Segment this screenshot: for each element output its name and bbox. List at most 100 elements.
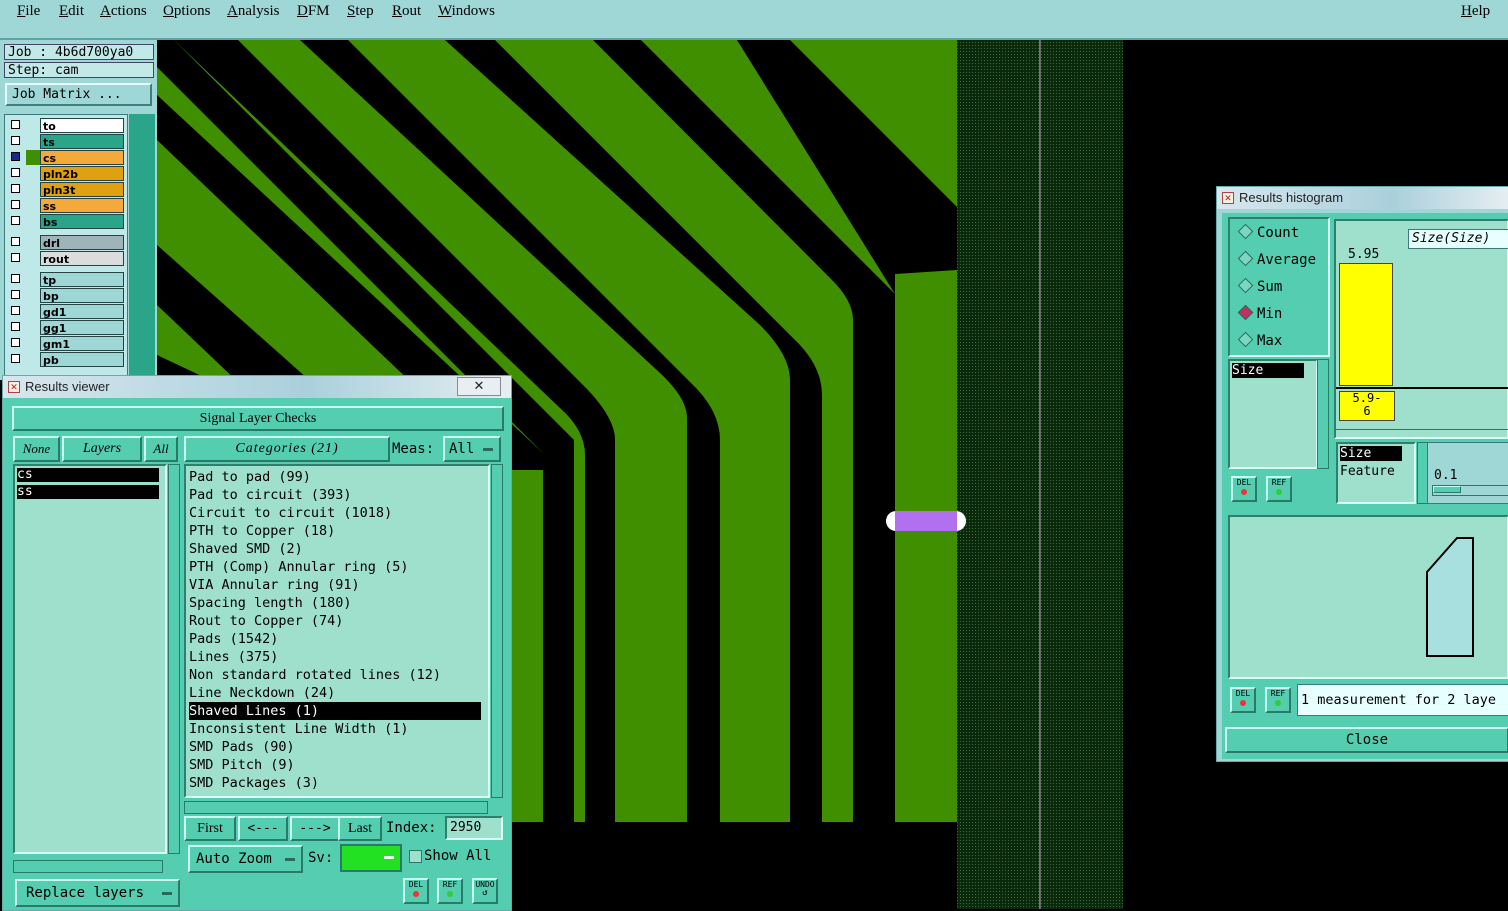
menu-actions[interactable]: Actions [100, 3, 147, 20]
index-input[interactable]: 2950 [445, 816, 503, 840]
undo-button[interactable]: UNDO ↺ [472, 878, 498, 904]
meas-dropdown[interactable]: All [443, 436, 501, 462]
severity-color-dropdown[interactable] [340, 844, 402, 872]
none-button[interactable]: None [13, 436, 60, 462]
category-item[interactable]: Spacing length (180) [189, 594, 352, 612]
category-item[interactable]: PTH to Copper (18) [189, 522, 335, 540]
category-item[interactable]: VIA Annular ring (91) [189, 576, 360, 594]
layers-button[interactable]: Layers [62, 436, 142, 462]
menu-file[interactable]: File [17, 3, 40, 20]
category-item[interactable]: SMD Pads (90) [189, 738, 295, 756]
hist-ref-button[interactable]: REF [1266, 476, 1292, 502]
layer-row-cs[interactable]: cs [8, 150, 126, 165]
layer-row-pb[interactable]: pb [8, 352, 126, 367]
category-item[interactable]: Shaved SMD (2) [189, 540, 303, 558]
auto-zoom-dropdown[interactable]: Auto Zoom [188, 845, 303, 873]
category-item[interactable]: Inconsistent Line Width (1) [189, 720, 408, 738]
preview-del-button[interactable]: DEL [1230, 687, 1256, 713]
first-button[interactable]: First [184, 816, 236, 841]
layer-row-pln2b[interactable]: pln2b [8, 166, 126, 181]
category-item[interactable]: Circuit to circuit (1018) [189, 504, 392, 522]
menu-rout[interactable]: Rout [392, 3, 421, 20]
size-slider[interactable] [1432, 485, 1508, 496]
layer-row-bs[interactable]: bs [8, 214, 126, 229]
replace-layers-dropdown[interactable]: Replace layers [15, 879, 180, 907]
chart-hscroll[interactable] [1336, 429, 1508, 440]
results-viewer-titlebar[interactable]: ✕ Results viewer ✕ [3, 376, 511, 398]
stat-vscroll[interactable] [1317, 359, 1329, 469]
category-item[interactable]: Pad to circuit (393) [189, 486, 352, 504]
del-button[interactable]: DEL [403, 878, 429, 904]
categories-hscroll[interactable] [184, 801, 488, 814]
feature-size-item[interactable]: Size [1340, 446, 1402, 461]
mode-radio-min[interactable]: Min [1237, 304, 1282, 322]
mode-radio-sum[interactable]: Sum [1237, 277, 1282, 295]
layer-checkbox[interactable] [11, 322, 20, 331]
layer-row-ss[interactable]: ss [8, 198, 126, 213]
prev-button[interactable]: <--- [238, 816, 288, 841]
histogram-titlebar[interactable]: ✕ Results histogram [1217, 187, 1508, 209]
layer-results-list[interactable]: cs ss [13, 464, 167, 854]
layer-row-ts[interactable]: ts [8, 134, 126, 149]
feature-list[interactable]: Size Feature [1336, 442, 1416, 504]
next-button[interactable]: ---> [290, 816, 340, 841]
layer-checkbox[interactable] [11, 253, 20, 262]
layer-checkbox[interactable] [11, 290, 20, 299]
category-item[interactable]: Shaved Lines (1) [189, 702, 481, 720]
layer-checkbox[interactable] [11, 216, 20, 225]
job-matrix-button[interactable]: Job Matrix ... [5, 83, 152, 106]
layer-row-tp[interactable]: tp [8, 272, 126, 287]
menu-analysis[interactable]: Analysis [227, 3, 280, 20]
slider-thumb[interactable] [1433, 486, 1461, 493]
layer-row-rout[interactable]: rout [8, 251, 126, 266]
layer-checkbox[interactable] [11, 168, 20, 177]
ref-button[interactable]: REF [437, 878, 463, 904]
layer-scrollbar[interactable] [129, 114, 155, 380]
layer-checkbox[interactable] [11, 200, 20, 209]
mode-radio-average[interactable]: Average [1237, 250, 1316, 268]
menu-dfm[interactable]: DFM [297, 3, 330, 20]
category-item[interactable]: Rout to Copper (74) [189, 612, 343, 630]
menu-edit[interactable]: Edit [59, 3, 84, 20]
result-layer-ss[interactable]: ss [17, 485, 159, 499]
last-button[interactable]: Last [338, 816, 382, 841]
all-button[interactable]: All [144, 436, 178, 462]
layer-checkbox[interactable] [11, 354, 20, 363]
layer-checkbox[interactable] [11, 274, 20, 283]
layer-row-bp[interactable]: bp [8, 288, 126, 303]
histogram-bar[interactable] [1339, 263, 1393, 386]
category-item[interactable]: Pad to pad (99) [189, 468, 311, 486]
category-item[interactable]: SMD Packages (3) [189, 774, 319, 792]
layer-row-gg1[interactable]: gg1 [8, 320, 126, 335]
layer-row-gm1[interactable]: gm1 [8, 336, 126, 351]
layer-row-gd1[interactable]: gd1 [8, 304, 126, 319]
menu-help[interactable]: Help [1461, 3, 1490, 20]
layer-checkbox[interactable] [11, 152, 20, 161]
layer-row-pln3t[interactable]: pln3t [8, 182, 126, 197]
hist-del-button[interactable]: DEL [1231, 476, 1257, 502]
category-item[interactable]: Line Neckdown (24) [189, 684, 335, 702]
stat-list[interactable]: Size [1228, 359, 1318, 469]
categories-vscroll[interactable] [491, 464, 503, 798]
mode-radio-count[interactable]: Count [1237, 223, 1299, 241]
layer-checkbox[interactable] [11, 184, 20, 193]
category-item[interactable]: Lines (375) [189, 648, 278, 666]
categories-list[interactable]: Pad to pad (99) Pad to circuit (393) Circu… [184, 464, 490, 798]
layer-row-to[interactable]: to [8, 118, 126, 133]
category-item[interactable]: Non standard rotated lines (12) [189, 666, 441, 684]
mode-radio-max[interactable]: Max [1237, 331, 1282, 349]
feature-item[interactable]: Feature [1340, 464, 1395, 479]
layer-checkbox[interactable] [11, 338, 20, 347]
menu-windows[interactable]: Windows [438, 3, 495, 20]
category-item[interactable]: PTH (Comp) Annular ring (5) [189, 558, 408, 576]
layer-row-drl[interactable]: drl [8, 235, 126, 250]
close-icon[interactable]: ✕ [457, 377, 501, 396]
category-item[interactable]: Pads (1542) [189, 630, 278, 648]
layer-checkbox[interactable] [11, 120, 20, 129]
layers-hscroll[interactable] [13, 860, 163, 873]
layer-checkbox[interactable] [11, 306, 20, 315]
category-item[interactable]: SMD Pitch (9) [189, 756, 295, 774]
result-layer-cs[interactable]: cs [17, 468, 159, 482]
preview-ref-button[interactable]: REF [1265, 687, 1291, 713]
layer-checkbox[interactable] [11, 237, 20, 246]
